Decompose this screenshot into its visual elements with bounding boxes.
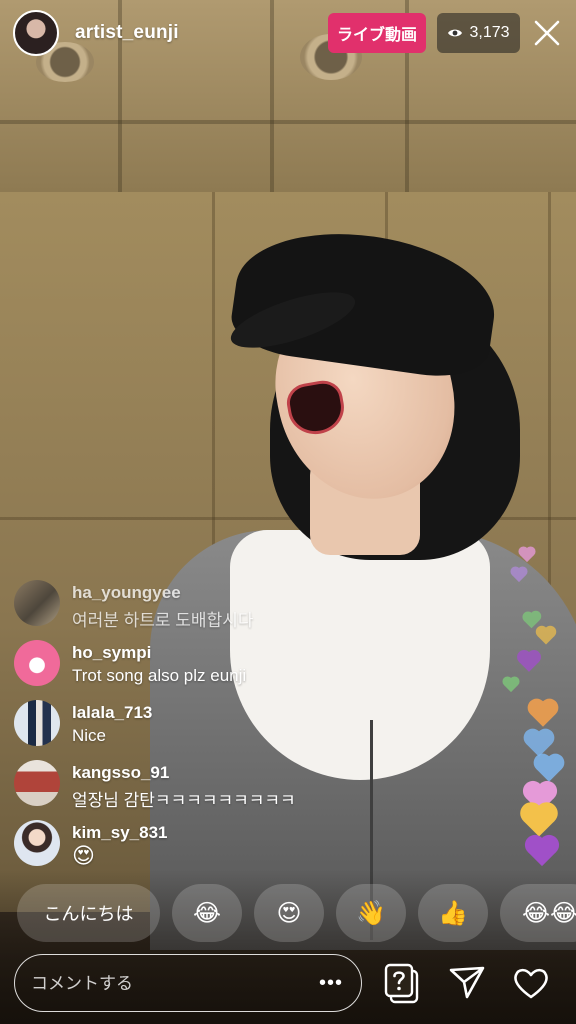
quick-reply-konnichiwa[interactable]: こんにちは: [17, 884, 160, 942]
comment-text: 얼장님 감탄ㅋㅋㅋㅋㅋㅋㅋㅋㅋ: [72, 791, 296, 810]
quick-emoji-heart-eyes[interactable]: 😍: [254, 884, 324, 942]
comment-username[interactable]: lalala_713: [72, 703, 152, 723]
heart-icon: [519, 652, 539, 672]
heart-icon: [523, 805, 555, 837]
quick-emoji-joy[interactable]: 😂: [172, 884, 242, 942]
comment-username[interactable]: kangsso_91: [72, 763, 169, 783]
comment-text: Nice: [72, 726, 107, 745]
host-avatar[interactable]: [13, 10, 59, 56]
quick-emoji-wave[interactable]: 👋: [336, 884, 406, 942]
viewer-count-badge[interactable]: 3,173: [437, 13, 520, 53]
heart-icon: [519, 547, 535, 563]
commenter-avatar[interactable]: [14, 580, 60, 626]
floating-hearts: [470, 480, 576, 880]
heart-icon: [537, 627, 555, 645]
comment-username[interactable]: ho_sympi: [72, 643, 151, 663]
host-username[interactable]: artist_eunji: [75, 22, 179, 44]
comment-item: ha_youngyee 여러분 하트로 도배합시다: [14, 580, 374, 640]
heart-eyes-emoji-icon: 😍: [276, 899, 302, 927]
heart-icon[interactable]: [511, 963, 551, 1003]
comment-text: 😍: [72, 844, 95, 869]
quick-reaction-row: こんにちは 😂 😍 👋 👍 😂😂: [0, 884, 576, 942]
commenter-avatar[interactable]: [14, 640, 60, 686]
comment-item: kim_sy_831 😍: [14, 820, 374, 880]
heart-icon: [503, 677, 519, 693]
heart-icon: [530, 701, 556, 727]
joy-emoji-icon: 😂😂: [522, 899, 576, 927]
heart-icon: [511, 567, 527, 583]
comment-text: 여러분 하트로 도배합시다: [72, 611, 254, 630]
more-options-button[interactable]: •••: [319, 972, 343, 995]
comment-username[interactable]: kim_sy_831: [72, 823, 167, 843]
comment-item: lalala_713 Nice: [14, 700, 374, 760]
commenter-avatar[interactable]: [14, 760, 60, 806]
wave-emoji-icon: 👋: [356, 899, 386, 927]
live-badge: ライブ動画: [328, 13, 426, 53]
quick-emoji-thumbs-up[interactable]: 👍: [418, 884, 488, 942]
close-button[interactable]: [527, 13, 567, 53]
comment-feed: ha_youngyee 여러분 하트로 도배합시다 ho_sympi Trot …: [14, 580, 374, 880]
commenter-avatar[interactable]: [14, 820, 60, 866]
viewer-count: 3,173: [469, 24, 510, 41]
commenter-avatar[interactable]: [14, 700, 60, 746]
close-icon: [534, 20, 560, 46]
comment-item: ho_sympi Trot song also plz eunji: [14, 640, 374, 700]
thumbs-up-emoji-icon: 👍: [438, 899, 468, 927]
comment-username[interactable]: ha_youngyee: [72, 583, 181, 603]
eye-icon: [448, 29, 463, 37]
question-card-icon[interactable]: [382, 962, 424, 1004]
comment-input-box[interactable]: •••: [14, 954, 362, 1012]
comment-input[interactable]: [29, 955, 313, 1012]
heart-icon: [527, 837, 557, 867]
quick-emoji-double-joy[interactable]: 😂😂: [500, 884, 576, 942]
send-icon[interactable]: [447, 962, 487, 1002]
joy-emoji-icon: 😂: [192, 899, 222, 927]
heart-icon: [536, 756, 562, 782]
comment-text: Trot song also plz eunji: [72, 666, 247, 685]
heart-icon: [523, 612, 540, 629]
comment-item: kangsso_91 얼장님 감탄ㅋㅋㅋㅋㅋㅋㅋㅋㅋ: [14, 760, 374, 820]
